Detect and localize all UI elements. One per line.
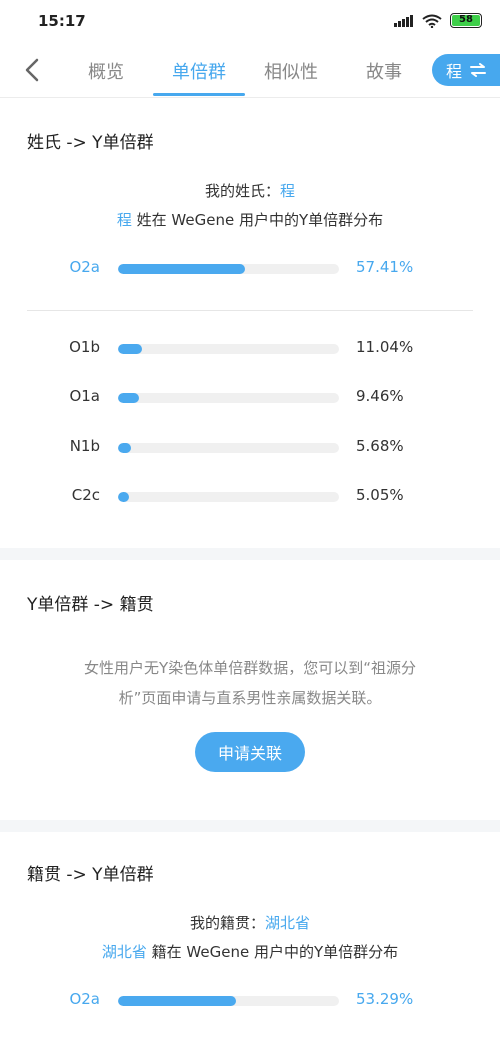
my-origin-value[interactable]: 湖北省 — [265, 914, 310, 932]
active-tab-indicator — [153, 93, 245, 96]
bar-fill — [118, 344, 143, 354]
bar-fill — [118, 264, 245, 274]
my-surname-line: 我的姓氏：程 — [0, 180, 500, 201]
bar-label: O1a — [69, 387, 100, 405]
bar-value: 57.41% — [356, 258, 414, 276]
tab-similarity[interactable]: 相似性 — [251, 58, 331, 84]
surname-distribution-caption: 程 姓在 WeGene 用户中的Y单倍群分布 — [0, 209, 500, 230]
my-origin-line: 我的籍贯：湖北省 — [0, 912, 500, 933]
bar-label: N1b — [69, 437, 100, 455]
notice-line: 析”页面申请与直系男性亲属数据关联。 — [118, 689, 382, 707]
bar-track — [118, 996, 339, 1006]
bar-value: 9.46% — [356, 387, 404, 405]
bar-label: O1b — [69, 338, 100, 356]
bar-fill — [118, 393, 139, 403]
tab-overview[interactable]: 概览 — [66, 58, 146, 84]
status-icons: 58 — [394, 13, 482, 28]
back-button[interactable] — [18, 56, 46, 84]
bar-value: 53.29% — [356, 990, 414, 1008]
notice-line: 女性用户无Y染色体单倍群数据，您可以到“祖源分 — [84, 659, 416, 677]
origin-distribution-name: 湖北省 — [101, 943, 147, 961]
bar-label: C2c — [71, 486, 100, 504]
bar-track — [118, 264, 339, 274]
origin-distribution-text: 籍在 WeGene 用户中的Y单倍群分布 — [146, 943, 399, 961]
bar-track — [118, 443, 339, 453]
bar-fill — [118, 996, 236, 1006]
section-title-haplogroup-origin: Y单倍群 -> 籍贯 — [27, 595, 154, 615]
bar-label: O2a — [69, 990, 100, 1008]
bar-row: C2c 5.05% — [0, 484, 500, 508]
female-user-notice: 女性用户无Y染色体单倍群数据，您可以到“祖源分 析”页面申请与直系男性亲属数据关… — [50, 653, 450, 713]
bar-row-top: O2a 53.29% — [0, 988, 500, 1012]
origin-distribution-caption: 湖北省 籍在 WeGene 用户中的Y单倍群分布 — [0, 941, 500, 962]
status-bar: 15:17 58 — [0, 0, 500, 44]
surname-switch-button[interactable]: 程 — [432, 54, 500, 86]
bar-row-top: O2a 57.41% — [0, 256, 500, 280]
bar-row: O1a 9.46% — [0, 385, 500, 409]
section-title-origin: 籍贯 -> Y单倍群 — [27, 865, 154, 885]
battery-level: 58 — [452, 15, 480, 26]
bar-track — [118, 344, 339, 354]
signal-icon — [394, 14, 413, 27]
bar-track — [118, 492, 339, 502]
bar-row: O1b 11.04% — [0, 336, 500, 360]
wifi-icon — [422, 14, 442, 28]
apply-link-button[interactable]: 申请关联 — [195, 732, 305, 772]
section-title-surname: 姓氏 -> Y单倍群 — [27, 133, 154, 153]
bar-value: 5.05% — [356, 486, 404, 504]
bar-value: 5.68% — [356, 437, 404, 455]
bar-track — [118, 393, 339, 403]
bar-row: N1b 5.68% — [0, 435, 500, 459]
status-time: 15:17 — [38, 12, 86, 30]
my-origin-label: 我的籍贯： — [189, 914, 265, 932]
chevron-left-icon — [25, 58, 39, 82]
tab-story[interactable]: 故事 — [344, 58, 424, 84]
bar-value: 11.04% — [356, 338, 414, 356]
surname-switch-label: 程 — [446, 62, 463, 81]
surname-distribution-name: 程 — [116, 211, 132, 229]
tab-haplogroup[interactable]: 单倍群 — [159, 58, 239, 84]
surname-distribution-text: 姓在 WeGene 用户中的Y单倍群分布 — [131, 211, 384, 229]
bar-label: O2a — [69, 258, 100, 276]
my-surname-value[interactable]: 程 — [280, 182, 295, 200]
section-separator — [0, 820, 500, 832]
bar-fill — [118, 492, 130, 502]
section-separator — [0, 548, 500, 560]
bar-fill — [118, 443, 131, 453]
my-surname-label: 我的姓氏： — [204, 182, 280, 200]
top-nav: 概览 单倍群 相似性 故事 程 — [0, 44, 500, 98]
divider — [27, 310, 473, 311]
battery-icon: 58 — [450, 13, 482, 28]
swap-icon — [470, 63, 487, 77]
